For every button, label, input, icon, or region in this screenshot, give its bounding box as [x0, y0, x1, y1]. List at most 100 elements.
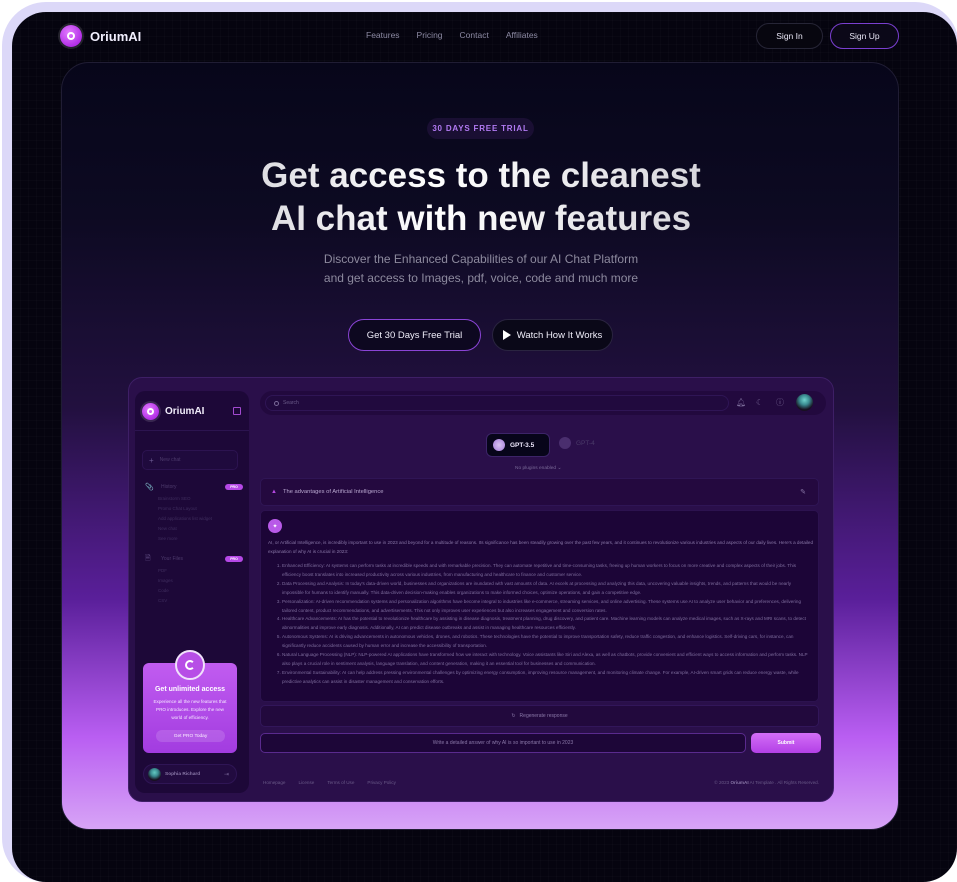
- footer-link-terms[interactable]: Terms of Use: [327, 780, 354, 785]
- logout-icon[interactable]: ⇥: [224, 771, 229, 778]
- see-more-link[interactable]: See more: [158, 534, 243, 544]
- hero-title: Get access to the cleanest AI chat with …: [62, 154, 898, 240]
- regenerate-label: Regenerate response: [519, 713, 568, 719]
- answer-point: Personalization: AI-driven recommendatio…: [282, 598, 813, 616]
- submit-button[interactable]: Submit: [751, 733, 821, 753]
- answer-point: Data Processing and Analysis: In today's…: [282, 580, 813, 598]
- free-trial-button[interactable]: Get 30 Days Free Trial: [348, 319, 481, 351]
- plugins-label: No plugins enabled: [515, 466, 557, 471]
- answer-point: Healthcare Advancements: AI has the pote…: [282, 615, 813, 633]
- history-item[interactable]: Brainstorm SEO: [158, 494, 243, 504]
- file-type-item[interactable]: CSV: [158, 596, 243, 606]
- new-chat-button[interactable]: + New chat: [142, 450, 238, 470]
- files-section: 🗎 Your Files PRO PDF Images Code CSV: [145, 554, 243, 606]
- answer-point: Environmental Sustainability: AI can hel…: [282, 669, 813, 687]
- file-type-item[interactable]: Code: [158, 586, 243, 596]
- get-pro-button[interactable]: Get PRO Today: [156, 730, 225, 742]
- model-option-gpt-4[interactable]: GPT-4: [559, 437, 595, 449]
- answer-intro: AI, or Artificial Intelligence, is incre…: [268, 540, 814, 554]
- question-text: The advantages of Artificial Intelligenc…: [282, 489, 384, 495]
- user-question: ▲ The advantages of Artificial Intellige…: [260, 478, 819, 506]
- bell-icon[interactable]: 🔔︎: [736, 398, 746, 408]
- model-label: GPT-4: [576, 439, 595, 447]
- sidebar-collapse-icon[interactable]: [233, 407, 241, 415]
- search-icon: [274, 400, 279, 406]
- avatar: [148, 767, 161, 781]
- answer-point: Autonomous Systems: AI is driving advanc…: [282, 633, 813, 651]
- model-option-gpt-3-5[interactable]: GPT-3.5: [486, 433, 550, 457]
- hero-subtitle: Discover the Enhanced Capabilities of ou…: [62, 250, 898, 288]
- nav-link-contact[interactable]: Contact: [460, 30, 489, 40]
- model-label: GPT-3.5: [510, 441, 535, 449]
- nav-link-affiliates[interactable]: Affiliates: [506, 30, 538, 40]
- search-placeholder: Search: [283, 400, 299, 406]
- files-list: PDF Images Code CSV: [145, 566, 243, 606]
- chevron-down-icon: ⌄: [557, 466, 562, 471]
- play-icon: [502, 330, 511, 340]
- sidebar-divider: [135, 430, 249, 431]
- lock-icon: [559, 437, 571, 449]
- files-label: Your Files: [161, 556, 184, 562]
- footer-link-license[interactable]: License: [298, 780, 314, 785]
- copyright-year: © 2023: [714, 780, 730, 785]
- info-icon[interactable]: ⓘ: [776, 398, 784, 408]
- watch-video-label: Watch How It Works: [516, 329, 603, 341]
- upgrade-promo-card: Get unlimited access Experience all the …: [143, 650, 237, 753]
- file-type-item[interactable]: PDF: [158, 566, 243, 576]
- history-item[interactable]: Add applications list widget: [158, 514, 243, 524]
- files-header[interactable]: 🗎 Your Files PRO: [145, 554, 243, 564]
- edit-icon[interactable]: ✎: [800, 488, 806, 496]
- hero-title-line-2: AI chat with new features: [270, 199, 692, 238]
- user-icon: ▲: [271, 489, 277, 495]
- sidebar-brand-name: OriumAI: [165, 406, 205, 417]
- nav-link-pricing[interactable]: Pricing: [417, 30, 443, 40]
- answer-point: Enhanced Efficiency: AI systems can perf…: [282, 562, 813, 580]
- refresh-icon: ↻: [511, 713, 516, 719]
- footer-link-homepage[interactable]: Homepage: [263, 780, 285, 785]
- logo-icon: [142, 403, 159, 420]
- hero-subtitle-line-1: Discover the Enhanced Capabilities of ou…: [323, 252, 639, 266]
- plugins-dropdown[interactable]: No plugins enabled ⌄: [515, 466, 561, 471]
- regenerate-button[interactable]: ↻ Regenerate response: [260, 705, 819, 727]
- watch-video-button[interactable]: Watch How It Works: [492, 319, 613, 351]
- user-name: Sophia Richard: [165, 771, 201, 777]
- answer-point: Natural Language Processing (NLP): NLP-p…: [282, 651, 813, 669]
- file-type-item[interactable]: Images: [158, 576, 243, 586]
- user-profile[interactable]: Sophia Richard ⇥: [143, 764, 237, 784]
- answer-list: Enhanced Efficiency: AI systems can perf…: [268, 562, 813, 687]
- search-input[interactable]: Search: [265, 395, 729, 411]
- history-header[interactable]: 📎 History PRO: [145, 482, 243, 492]
- brand-name: OriumAI: [90, 28, 142, 44]
- history-item[interactable]: Promo Chat Layout: [158, 504, 243, 514]
- history-list: Brainstorm SEO Promo Chat Layout Add app…: [145, 494, 243, 544]
- prompt-input[interactable]: Write a detailed answer of why AI is so …: [260, 733, 746, 753]
- history-item[interactable]: New chat: [158, 524, 243, 534]
- sidebar-logo[interactable]: OriumAI: [142, 403, 204, 420]
- file-icon: 🗎: [145, 554, 151, 562]
- promo-logo-icon: [175, 650, 205, 680]
- sidebar: OriumAI + New chat 📎 History PRO Brainst…: [135, 391, 249, 793]
- sign-up-button[interactable]: Sign Up: [830, 23, 899, 49]
- promo-description: Experience all the new features that PRO…: [153, 699, 227, 720]
- ai-answer: ✦ AI, or Artificial Intelligence, is inc…: [260, 510, 819, 702]
- plus-icon: +: [149, 455, 154, 465]
- hero-subtitle-line-2: and get access to Images, pdf, voice, co…: [323, 271, 639, 285]
- footer-link-privacy[interactable]: Privacy Policy: [367, 780, 396, 785]
- brand-logo[interactable]: OriumAI: [60, 25, 141, 47]
- copyright: © 2023 OriumAI AI Template . All Rights …: [714, 780, 819, 785]
- ai-sparkle-icon: ✦: [268, 519, 282, 533]
- app-topbar: Search 🔔︎ ☾ ⓘ: [260, 391, 826, 415]
- logo-icon: [60, 25, 82, 47]
- copyright-brand: OriumAI: [730, 780, 749, 785]
- new-chat-label: New chat: [159, 457, 181, 463]
- pro-badge: PRO: [225, 484, 243, 490]
- sign-in-button[interactable]: Sign In: [756, 23, 823, 49]
- moon-icon[interactable]: ☾: [756, 398, 763, 408]
- nav-link-features[interactable]: Features: [366, 30, 400, 40]
- pro-badge: PRO: [225, 556, 243, 562]
- avatar[interactable]: [796, 394, 813, 411]
- history-section: 📎 History PRO Brainstorm SEO Promo Chat …: [145, 482, 243, 544]
- nav-links: Features Pricing Contact Affiliates: [366, 30, 538, 40]
- paperclip-icon: 📎: [145, 484, 154, 491]
- top-nav: OriumAI Features Pricing Contact Affilia…: [12, 12, 957, 62]
